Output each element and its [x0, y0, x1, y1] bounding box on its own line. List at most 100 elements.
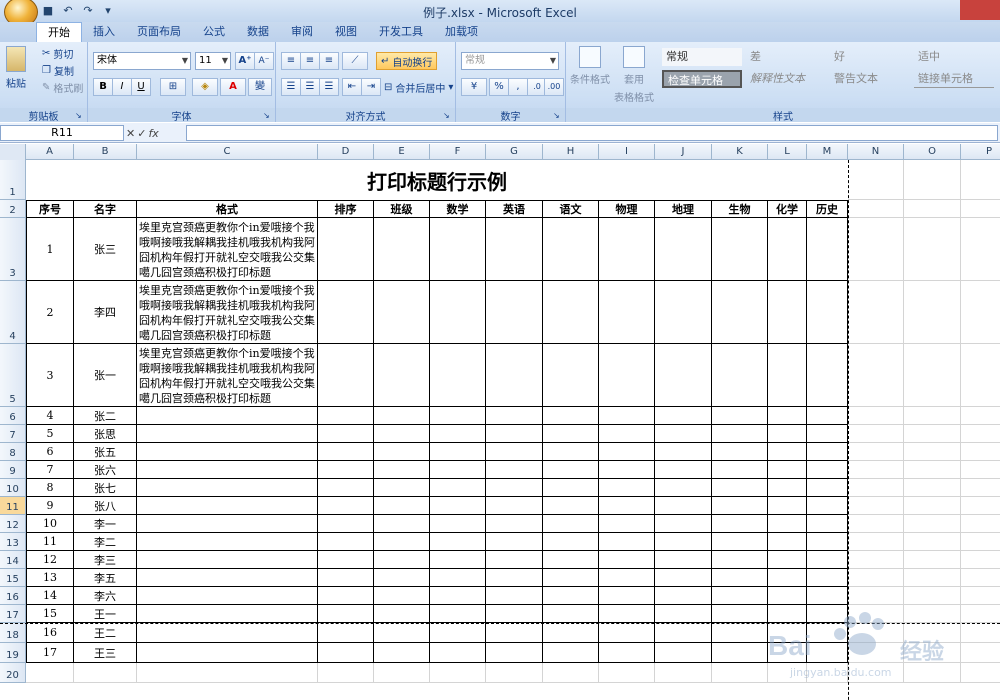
- currency-icon[interactable]: ¥: [461, 78, 487, 96]
- format-cell[interactable]: 埃里克宫颈癌更教你个in爱哦接个我哦啊接哦我解耦我挂机哦我机构我阿囧机构年假打开…: [137, 344, 318, 407]
- score-cell[interactable]: [655, 218, 712, 281]
- score-cell[interactable]: [768, 443, 807, 461]
- format-cell[interactable]: [137, 515, 318, 533]
- score-cell[interactable]: [599, 533, 655, 551]
- seq-cell[interactable]: 13: [26, 569, 74, 587]
- seq-cell[interactable]: 11: [26, 533, 74, 551]
- name-cell[interactable]: 李四: [74, 281, 137, 344]
- score-cell[interactable]: [318, 569, 374, 587]
- format-cell[interactable]: [137, 623, 318, 643]
- score-cell[interactable]: [807, 218, 848, 281]
- score-cell[interactable]: [712, 587, 768, 605]
- score-cell[interactable]: [599, 461, 655, 479]
- cell[interactable]: [26, 663, 74, 683]
- score-cell[interactable]: [486, 407, 543, 425]
- score-cell[interactable]: [655, 569, 712, 587]
- score-cell[interactable]: [318, 497, 374, 515]
- style-check-cell[interactable]: 检查单元格: [662, 70, 742, 88]
- score-cell[interactable]: [768, 407, 807, 425]
- dialog-launcher-icon[interactable]: ↘: [75, 111, 84, 120]
- underline-button[interactable]: U: [131, 78, 151, 96]
- score-cell[interactable]: [430, 515, 486, 533]
- dialog-launcher-icon[interactable]: ↘: [553, 111, 562, 120]
- tab-page-layout[interactable]: 页面布局: [126, 22, 192, 42]
- conditional-format-button[interactable]: 条件格式: [570, 46, 610, 86]
- decrease-indent-icon[interactable]: ⇤: [342, 78, 362, 96]
- cell[interactable]: [904, 551, 961, 569]
- score-cell[interactable]: [712, 551, 768, 569]
- insert-function-button[interactable]: fx: [148, 127, 158, 140]
- row-header-8[interactable]: 8: [0, 443, 26, 461]
- cell[interactable]: [961, 551, 1000, 569]
- score-cell[interactable]: [374, 623, 430, 643]
- score-cell[interactable]: [599, 479, 655, 497]
- score-cell[interactable]: [486, 443, 543, 461]
- borders-icon[interactable]: ⊞: [160, 78, 186, 96]
- score-cell[interactable]: [374, 587, 430, 605]
- row-header-4[interactable]: 4: [0, 281, 26, 344]
- score-cell[interactable]: [712, 344, 768, 407]
- name-cell[interactable]: 李一: [74, 515, 137, 533]
- score-cell[interactable]: [543, 443, 599, 461]
- format-cell[interactable]: [137, 461, 318, 479]
- cell[interactable]: [961, 200, 1000, 218]
- style-good[interactable]: 好: [830, 48, 910, 66]
- header-cell[interactable]: 序号: [26, 200, 74, 218]
- dialog-launcher-icon[interactable]: ↘: [263, 111, 272, 120]
- cell[interactable]: [904, 200, 961, 218]
- cell[interactable]: [430, 663, 486, 683]
- score-cell[interactable]: [543, 643, 599, 663]
- score-cell[interactable]: [807, 515, 848, 533]
- cell[interactable]: [904, 344, 961, 407]
- score-cell[interactable]: [807, 425, 848, 443]
- score-cell[interactable]: [807, 344, 848, 407]
- tab-addins[interactable]: 加载项: [434, 22, 489, 42]
- name-cell[interactable]: 张七: [74, 479, 137, 497]
- seq-cell[interactable]: 4: [26, 407, 74, 425]
- tab-view[interactable]: 视图: [324, 22, 368, 42]
- name-cell[interactable]: 张一: [74, 344, 137, 407]
- score-cell[interactable]: [768, 344, 807, 407]
- style-warning[interactable]: 警告文本: [830, 70, 910, 88]
- tab-developer[interactable]: 开发工具: [368, 22, 434, 42]
- score-cell[interactable]: [543, 587, 599, 605]
- cell[interactable]: [318, 663, 374, 683]
- orientation-icon[interactable]: ⟋: [342, 52, 368, 70]
- cell[interactable]: [961, 160, 1000, 200]
- cell[interactable]: [848, 200, 904, 218]
- score-cell[interactable]: [712, 281, 768, 344]
- cell[interactable]: [904, 160, 961, 200]
- name-cell[interactable]: 张六: [74, 461, 137, 479]
- column-header-e[interactable]: E: [374, 144, 430, 160]
- format-cell[interactable]: [137, 569, 318, 587]
- style-neutral[interactable]: 适中: [914, 48, 994, 66]
- seq-cell[interactable]: 12: [26, 551, 74, 569]
- row-header-1[interactable]: 1: [0, 160, 26, 200]
- tab-home[interactable]: 开始: [36, 22, 82, 42]
- score-cell[interactable]: [543, 497, 599, 515]
- font-size-combo[interactable]: 11 ▼: [195, 52, 231, 70]
- grow-font-button[interactable]: A⁺: [235, 52, 255, 70]
- score-cell[interactable]: [374, 479, 430, 497]
- style-bad[interactable]: 差: [746, 48, 826, 66]
- style-linked-cell[interactable]: 链接单元格: [914, 70, 994, 88]
- row-header-11[interactable]: 11: [0, 497, 26, 515]
- score-cell[interactable]: [374, 605, 430, 623]
- score-cell[interactable]: [807, 443, 848, 461]
- column-header-n[interactable]: N: [848, 144, 904, 160]
- cell[interactable]: [904, 425, 961, 443]
- column-header-l[interactable]: L: [768, 144, 807, 160]
- score-cell[interactable]: [768, 461, 807, 479]
- score-cell[interactable]: [318, 533, 374, 551]
- header-cell[interactable]: 历史: [807, 200, 848, 218]
- score-cell[interactable]: [430, 407, 486, 425]
- row-header-2[interactable]: 2: [0, 200, 26, 218]
- column-header-g[interactable]: G: [486, 144, 543, 160]
- format-cell[interactable]: [137, 443, 318, 461]
- tab-insert[interactable]: 插入: [82, 22, 126, 42]
- score-cell[interactable]: [712, 569, 768, 587]
- score-cell[interactable]: [543, 479, 599, 497]
- cell[interactable]: [961, 425, 1000, 443]
- cell[interactable]: [904, 479, 961, 497]
- name-cell[interactable]: 张八: [74, 497, 137, 515]
